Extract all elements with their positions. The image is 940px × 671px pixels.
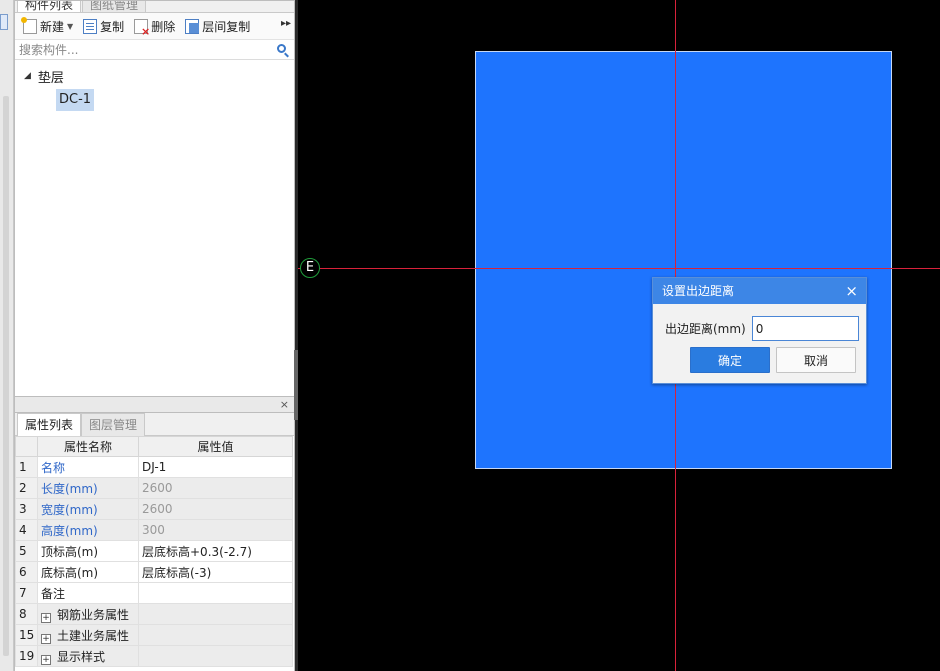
property-group-label: 土建业务属性	[57, 628, 130, 643]
axis-line-horizontal	[298, 268, 940, 269]
property-name: 备注	[37, 582, 139, 604]
property-value[interactable]	[138, 582, 293, 604]
table-row[interactable]: 1 名称 DJ-1	[15, 456, 293, 478]
table-row[interactable]: 5 顶标高(m) 层底标高+0.3(-2.7)	[15, 540, 293, 562]
row-number: 2	[15, 477, 38, 499]
property-name: 名称	[37, 456, 139, 478]
offset-field-row: 出边距离(mm)	[665, 316, 859, 341]
floor-copy-button-label: 层间复制	[202, 19, 251, 34]
dialog-titlebar[interactable]: 设置出边距离 ×	[653, 278, 866, 304]
component-search	[15, 40, 294, 60]
table-row[interactable]: 8 + 钢筋业务属性	[15, 603, 293, 625]
table-header-name: 属性名称	[37, 436, 139, 457]
tree-collapse-icon[interactable]: ◢	[24, 71, 31, 81]
component-panel: 构件列表 图纸管理 新建 ▼ 复制 删除 层间复制 ▸▸ ◢ 垫层 DC-1	[14, 0, 295, 397]
new-file-icon	[21, 16, 37, 34]
property-table: 属性名称 属性值 1 名称 DJ-1 2 长度(mm) 2600 3 宽度(mm…	[15, 436, 293, 667]
offset-distance-input[interactable]	[751, 316, 859, 341]
property-name: 底标高(m)	[37, 561, 139, 583]
tree-item-selected[interactable]: DC-1	[56, 89, 95, 111]
component-toolbar: 新建 ▼ 复制 删除 层间复制 ▸▸	[15, 13, 294, 40]
property-group-label: 显示样式	[57, 649, 106, 664]
close-icon[interactable]: ×	[845, 278, 858, 304]
ok-button[interactable]: 确定	[690, 347, 770, 373]
tree-category-label: 垫层	[37, 70, 64, 86]
new-button[interactable]: 新建 ▼	[19, 15, 77, 37]
properties-panel: 属性列表 图层管理 属性名称 属性值 1 名称 DJ-1 2 长度(mm) 26…	[14, 412, 295, 671]
edge-scrollbar[interactable]	[3, 96, 9, 656]
panel-splitter[interactable]: ×	[14, 397, 295, 412]
property-group[interactable]: + 显示样式	[37, 645, 139, 667]
property-value	[138, 624, 293, 646]
property-name: 长度(mm)	[37, 477, 139, 499]
table-header-row: 属性名称 属性值	[15, 436, 293, 457]
chevron-down-icon[interactable]: ▼	[67, 22, 73, 31]
property-group[interactable]: + 钢筋业务属性	[37, 603, 139, 625]
property-group-label: 钢筋业务属性	[57, 607, 130, 622]
properties-panel-tabs: 属性列表 图层管理	[15, 413, 294, 436]
property-value[interactable]: 层底标高(-3)	[138, 561, 293, 583]
property-name: 高度(mm)	[37, 519, 139, 541]
row-number: 19	[15, 645, 38, 667]
edge-toggle-button[interactable]	[0, 14, 8, 30]
cancel-button[interactable]: 取消	[776, 347, 856, 373]
new-button-label: 新建	[40, 19, 65, 34]
tab-drawing-management[interactable]: 图纸管理	[82, 1, 147, 12]
row-number: 8	[15, 603, 38, 625]
tab-component-list[interactable]: 构件列表	[17, 1, 82, 12]
property-value[interactable]: 2600	[138, 477, 293, 499]
table-row[interactable]: 2 长度(mm) 2600	[15, 477, 293, 499]
copy-button-label: 复制	[100, 19, 125, 34]
row-number: 4	[15, 519, 38, 541]
table-row[interactable]: 4 高度(mm) 300	[15, 519, 293, 541]
property-value	[138, 645, 293, 667]
table-row[interactable]: 7 备注	[15, 582, 293, 604]
property-group[interactable]: + 土建业务属性	[37, 624, 139, 646]
delete-icon	[134, 18, 150, 37]
row-number: 15	[15, 624, 38, 646]
property-value[interactable]: 2600	[138, 498, 293, 520]
row-number: 1	[15, 456, 38, 478]
selected-footing-shape[interactable]	[475, 51, 892, 469]
row-number: 7	[15, 582, 38, 604]
axis-label-e: E	[300, 258, 320, 278]
tab-layer-management[interactable]: 图层管理	[81, 413, 146, 436]
table-row[interactable]: 6 底标高(m) 层底标高(-3)	[15, 561, 293, 583]
expand-icon[interactable]: +	[41, 612, 51, 623]
floor-copy-button[interactable]: 层间复制	[181, 15, 254, 37]
property-value[interactable]: DJ-1	[138, 456, 293, 478]
tab-property-list[interactable]: 属性列表	[17, 413, 82, 436]
property-name: 顶标高(m)	[37, 540, 139, 562]
table-row[interactable]: 15 + 土建业务属性	[15, 624, 293, 646]
table-header-value: 属性值	[138, 436, 293, 457]
row-number: 3	[15, 498, 38, 520]
property-name: 宽度(mm)	[37, 498, 139, 520]
component-tree: ◢ 垫层 DC-1	[15, 60, 294, 111]
dialog-title: 设置出边距离	[662, 284, 735, 298]
toolbar-more-icon[interactable]: ▸▸	[281, 18, 291, 29]
table-row[interactable]: 3 宽度(mm) 2600	[15, 498, 293, 520]
expand-icon[interactable]: +	[41, 633, 51, 644]
table-header-num	[15, 436, 38, 457]
property-value	[138, 603, 293, 625]
copy-icon	[83, 18, 98, 34]
search-input[interactable]	[19, 40, 269, 59]
delete-button[interactable]: 删除	[130, 15, 179, 37]
expand-icon[interactable]: +	[41, 654, 51, 665]
property-value[interactable]: 300	[138, 519, 293, 541]
tree-category[interactable]: ◢ 垫层	[15, 65, 294, 87]
offset-field-label: 出边距离(mm)	[665, 322, 746, 336]
component-panel-tabs: 构件列表 图纸管理	[15, 1, 294, 13]
row-number: 5	[15, 540, 38, 562]
property-value[interactable]: 层底标高+0.3(-2.7)	[138, 540, 293, 562]
row-number: 6	[15, 561, 38, 583]
copy-button[interactable]: 复制	[79, 15, 128, 37]
left-edge-strip	[0, 0, 14, 671]
floor-copy-icon	[185, 18, 200, 34]
offset-distance-dialog: 设置出边距离 × 出边距离(mm) 确定 取消	[652, 277, 867, 384]
table-row[interactable]: 19 + 显示样式	[15, 645, 293, 667]
delete-button-label: 删除	[151, 19, 176, 34]
close-icon[interactable]: ×	[280, 398, 289, 411]
search-icon[interactable]	[277, 44, 286, 53]
